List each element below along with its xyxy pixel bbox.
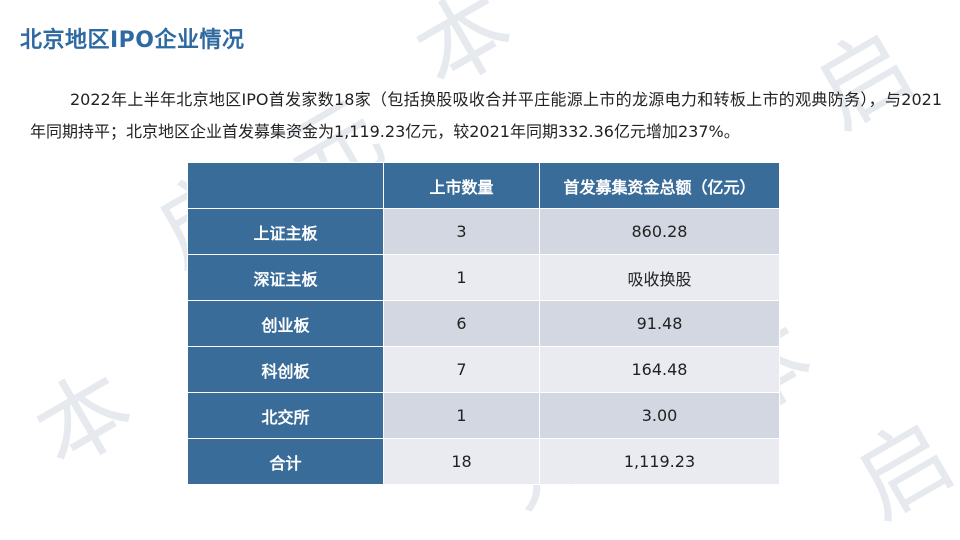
header-cell-count: 上市数量 xyxy=(383,162,540,209)
row-label: 上证主板 xyxy=(187,208,384,255)
row-amount: 3.00 xyxy=(539,392,780,439)
row-label: 北交所 xyxy=(187,392,384,439)
table-row: 深证主板 1 吸收换股 xyxy=(187,254,780,301)
row-amount: 164.48 xyxy=(539,346,780,393)
header-cell-board xyxy=(187,162,384,209)
table-row: 创业板 6 91.48 xyxy=(187,300,780,347)
svg-text:启: 启 xyxy=(838,400,960,539)
row-label: 科创板 xyxy=(187,346,384,393)
table-row-total: 合计 18 1,119.23 xyxy=(187,438,780,485)
row-amount: 860.28 xyxy=(539,208,780,255)
row-label: 合计 xyxy=(187,438,384,485)
row-count: 1 xyxy=(383,392,540,439)
page-title: 北京地区IPO企业情况 xyxy=(20,28,245,53)
row-count: 7 xyxy=(383,346,540,393)
row-amount: 91.48 xyxy=(539,300,780,347)
table-row: 上证主板 3 860.28 xyxy=(187,208,780,255)
row-amount: 吸收换股 xyxy=(539,254,780,301)
row-count: 3 xyxy=(383,208,540,255)
row-count: 1 xyxy=(383,254,540,301)
row-count: 18 xyxy=(383,438,540,485)
svg-text:本: 本 xyxy=(18,350,151,489)
row-amount: 1,119.23 xyxy=(539,438,780,485)
table-header-row: 上市数量 首发募集资金总额（亿元） xyxy=(187,162,780,209)
summary-paragraph: 2022年上半年北京地区IPO首发家数18家（包括换股吸收合并平庄能源上市的龙源… xyxy=(30,90,942,141)
row-count: 6 xyxy=(383,300,540,347)
row-label: 深证主板 xyxy=(187,254,384,301)
table-row: 科创板 7 164.48 xyxy=(187,346,780,393)
row-label: 创业板 xyxy=(187,300,384,347)
ipo-table: 上市数量 首发募集资金总额（亿元） 上证主板 3 860.28 深证主板 1 吸… xyxy=(187,162,780,485)
table-row: 北交所 1 3.00 xyxy=(187,392,780,439)
header-cell-amount: 首发募集资金总额（亿元） xyxy=(539,162,780,209)
